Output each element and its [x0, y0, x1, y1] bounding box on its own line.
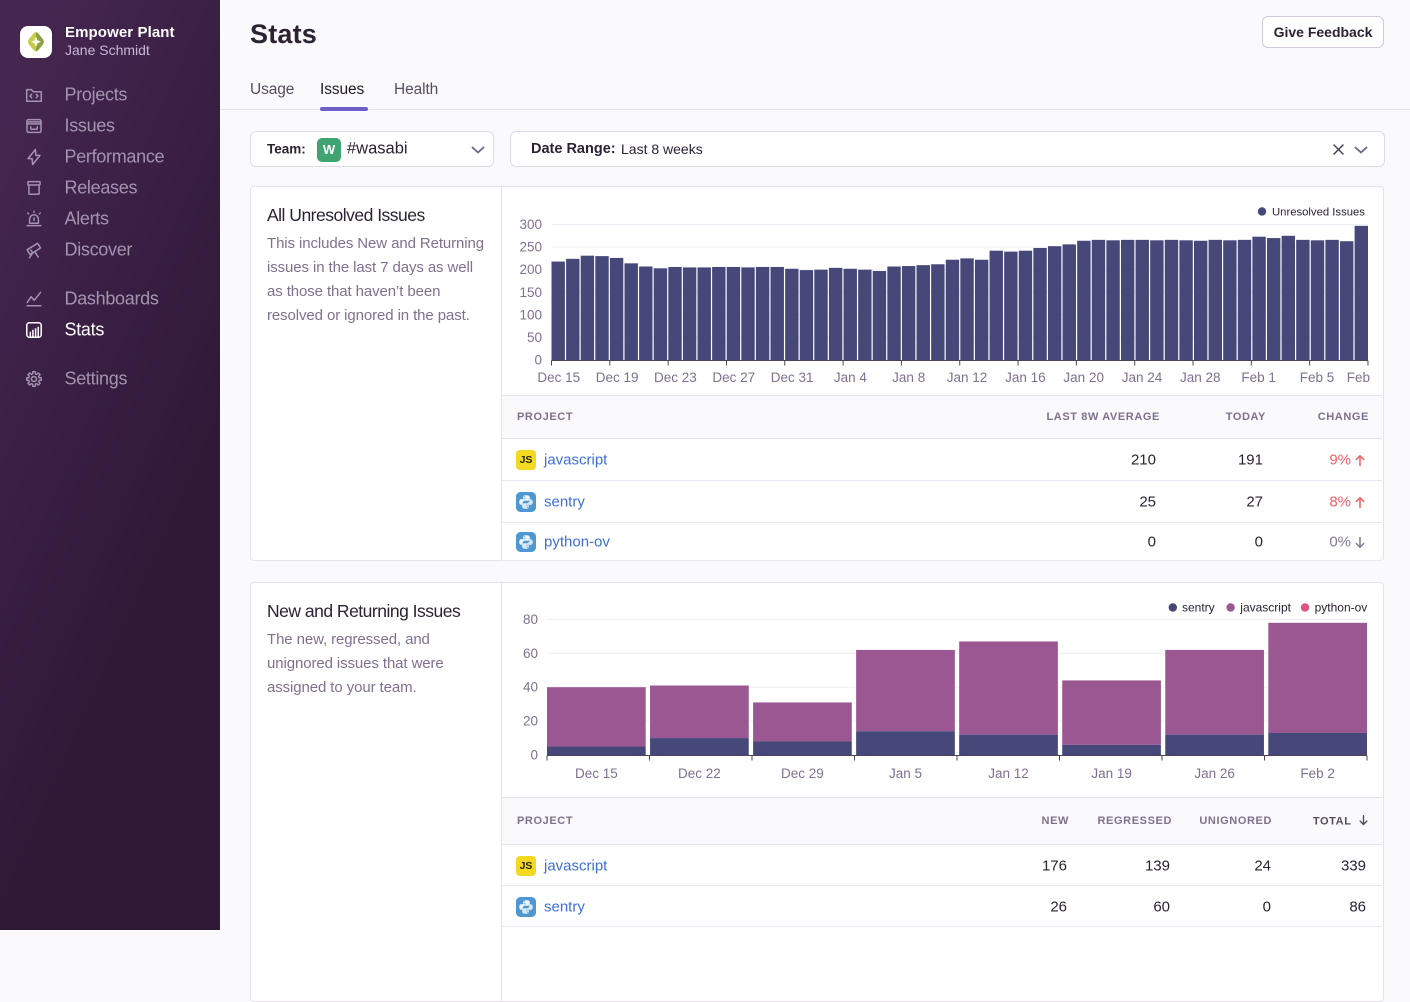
svg-text:0: 0 [530, 748, 538, 763]
svg-text:Jan 19: Jan 19 [1091, 766, 1132, 781]
svg-text:Dec 23: Dec 23 [654, 370, 697, 385]
svg-text:Jan 28: Jan 28 [1180, 370, 1221, 385]
svg-text:Feb: Feb [1347, 370, 1370, 385]
svg-text:Jan 16: Jan 16 [1005, 370, 1046, 385]
svg-text:javascript: javascript [1239, 601, 1291, 615]
svg-text:Dec 27: Dec 27 [712, 370, 755, 385]
svg-text:Feb 5: Feb 5 [1300, 370, 1335, 385]
svg-text:Dec 15: Dec 15 [537, 370, 580, 385]
svg-text:Feb 2: Feb 2 [1300, 766, 1335, 781]
svg-text:20: 20 [523, 714, 538, 729]
svg-text:200: 200 [519, 262, 542, 277]
svg-text:0: 0 [534, 353, 542, 368]
svg-text:Dec 22: Dec 22 [678, 766, 721, 781]
svg-text:Dec 15: Dec 15 [575, 766, 618, 781]
svg-text:Unresolved Issues: Unresolved Issues [1272, 207, 1365, 219]
svg-text:Jan 12: Jan 12 [988, 766, 1029, 781]
svg-text:Jan 4: Jan 4 [834, 370, 868, 385]
svg-text:100: 100 [519, 307, 542, 322]
svg-text:sentry: sentry [1182, 601, 1215, 615]
svg-text:Dec 29: Dec 29 [781, 766, 824, 781]
svg-text:Jan 20: Jan 20 [1063, 370, 1104, 385]
svg-text:60: 60 [523, 646, 538, 661]
svg-text:Jan 26: Jan 26 [1194, 766, 1235, 781]
svg-text:300: 300 [519, 217, 542, 232]
svg-text:Jan 5: Jan 5 [889, 766, 922, 781]
svg-text:80: 80 [523, 612, 538, 627]
svg-text:Jan 12: Jan 12 [947, 370, 988, 385]
svg-text:Feb 1: Feb 1 [1241, 370, 1276, 385]
svg-text:Jan 24: Jan 24 [1122, 370, 1163, 385]
svg-text:40: 40 [523, 680, 538, 695]
svg-text:Dec 31: Dec 31 [771, 370, 814, 385]
svg-text:50: 50 [527, 330, 542, 345]
svg-text:Dec 19: Dec 19 [596, 370, 639, 385]
svg-text:150: 150 [519, 285, 542, 300]
svg-text:250: 250 [519, 240, 542, 255]
svg-text:python-ov: python-ov [1315, 601, 1368, 615]
svg-text:Jan 8: Jan 8 [892, 370, 925, 385]
